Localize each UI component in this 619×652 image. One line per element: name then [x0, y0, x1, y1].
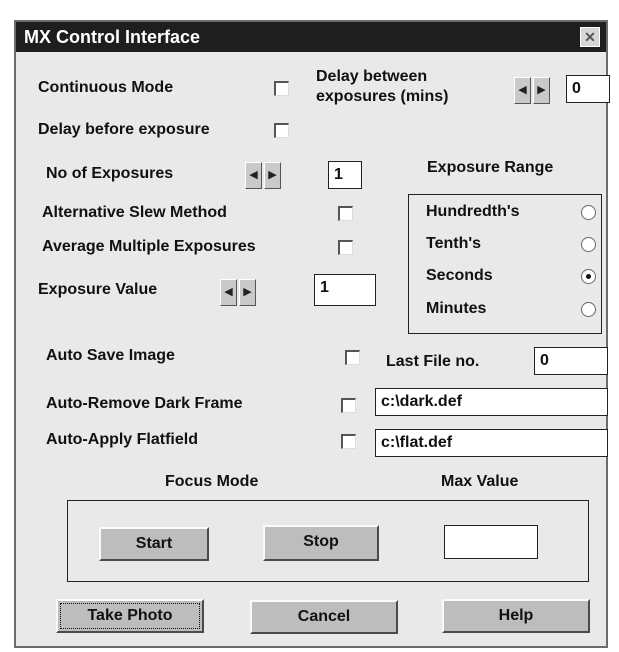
continuous-mode-label: Continuous Mode	[38, 79, 174, 96]
dark-frame-label: Auto-Remove Dark Frame	[46, 395, 243, 412]
start-button[interactable]: Start	[99, 527, 209, 561]
exposure-value-spinner[interactable]: ◀ ▶	[220, 279, 258, 306]
avg-multi-label: Average Multiple Exposures	[42, 238, 256, 255]
focus-mode-title: Focus Mode	[165, 473, 259, 490]
radio-tenths[interactable]	[581, 237, 596, 252]
spinner-right-icon[interactable]: ▶	[264, 162, 281, 189]
radio-hundredths[interactable]	[581, 205, 596, 220]
flatfield-checkbox[interactable]	[341, 434, 356, 449]
radio-seconds[interactable]	[581, 269, 596, 284]
spinner-left-icon[interactable]: ◀	[245, 162, 262, 189]
delay-between-spinner[interactable]: ◀ ▶	[514, 77, 552, 104]
last-file-input[interactable]: 0	[534, 347, 608, 375]
last-file-label: Last File no.	[386, 353, 480, 370]
exposure-value-label: Exposure Value	[38, 281, 158, 298]
flatfield-label: Auto-Apply Flatfield	[46, 431, 198, 448]
spinner-right-icon[interactable]: ▶	[533, 77, 550, 104]
no-of-exposures-input[interactable]: 1	[328, 161, 362, 189]
stop-button[interactable]: Stop	[263, 525, 379, 561]
delay-between-label-line2: exposures (mins)	[316, 88, 449, 105]
close-icon[interactable]: ✕	[580, 27, 600, 47]
exposure-range-option-label: Seconds	[426, 267, 493, 284]
dark-frame-path-input[interactable]: c:\dark.def	[375, 388, 608, 416]
continuous-mode-checkbox[interactable]	[274, 81, 289, 96]
exposure-range-title: Exposure Range	[427, 159, 554, 176]
mx-control-window: MX Control Interface ✕ Continuous Mode D…	[14, 20, 610, 648]
max-value-field	[444, 525, 538, 559]
title-bar: MX Control Interface ✕	[16, 22, 606, 52]
cancel-button[interactable]: Cancel	[250, 600, 398, 634]
alt-slew-checkbox[interactable]	[338, 206, 353, 221]
delay-before-label: Delay before exposure	[38, 121, 210, 138]
alt-slew-label: Alternative Slew Method	[42, 204, 227, 221]
focus-mode-group: Start Stop	[67, 500, 589, 582]
dark-frame-checkbox[interactable]	[341, 398, 356, 413]
flatfield-path-input[interactable]: c:\flat.def	[375, 429, 608, 457]
spinner-right-icon[interactable]: ▶	[239, 279, 256, 306]
auto-save-checkbox[interactable]	[345, 350, 360, 365]
avg-multi-checkbox[interactable]	[338, 240, 353, 255]
exposure-value-input[interactable]: 1	[314, 274, 376, 306]
spinner-left-icon[interactable]: ◀	[514, 77, 531, 104]
no-of-exposures-spinner[interactable]: ◀ ▶	[245, 162, 283, 189]
delay-before-checkbox[interactable]	[274, 123, 289, 138]
take-photo-button[interactable]: Take Photo	[56, 599, 204, 633]
help-button[interactable]: Help	[442, 599, 590, 633]
exposure-range-option-label: Minutes	[426, 300, 487, 317]
exposure-range-option-label: Hundredth's	[426, 203, 520, 220]
window-title: MX Control Interface	[24, 27, 201, 47]
delay-between-label-line1: Delay between	[316, 68, 428, 85]
spinner-left-icon[interactable]: ◀	[220, 279, 237, 306]
max-value-title: Max Value	[441, 473, 519, 490]
auto-save-label: Auto Save Image	[46, 347, 175, 364]
exposure-range-group: Hundredth's Tenth's Seconds Minutes	[408, 194, 602, 334]
no-of-exposures-label: No of Exposures	[46, 165, 174, 182]
exposure-range-option-label: Tenth's	[426, 235, 482, 252]
radio-minutes[interactable]	[581, 302, 596, 317]
delay-between-input[interactable]: 0	[566, 75, 610, 103]
